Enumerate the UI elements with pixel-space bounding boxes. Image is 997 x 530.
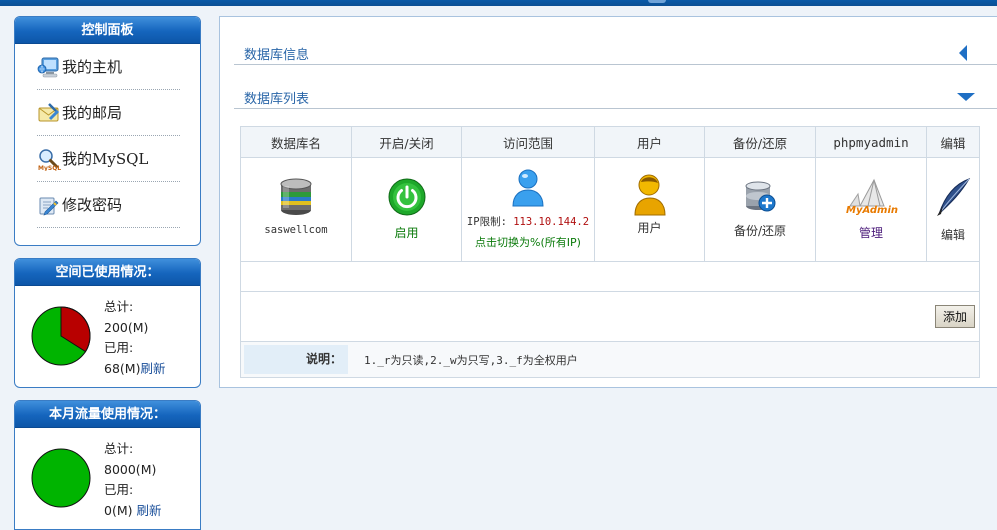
cell-edit: 编辑 <box>926 157 980 262</box>
status-text[interactable]: 启用 <box>352 224 461 241</box>
cell-db-name: saswellcom <box>240 157 352 262</box>
mysql-icon: MySQL <box>38 148 61 171</box>
main-content: 数据库信息 数据库列表 数据库名 开启/关闭 访问范围 用户 备份/还原 php… <box>219 16 997 388</box>
header-db-name: 数据库名 <box>240 126 352 158</box>
edit-password-icon <box>39 197 59 215</box>
cell-toggle: 启用 <box>351 157 462 262</box>
pie-free-slice <box>31 448 91 508</box>
user-text[interactable]: 用户 <box>595 219 704 236</box>
used-label: 已用: <box>104 340 134 355</box>
computer-icon <box>37 57 59 77</box>
traffic-usage-panel: 本月流量使用情况： 总计: 8000(M) 已用: 0(M) 刷新 <box>14 400 201 530</box>
cell-user: 用户 <box>594 157 705 262</box>
cell-backup: 备份/还原 <box>704 157 816 262</box>
space-usage-panel: 空间已使用情况： 总计: 200(M) 已用: 68(M)刷新 <box>14 258 201 388</box>
total-label: 总计: <box>104 299 134 314</box>
mail-icon <box>38 102 60 121</box>
traffic-usage-pie <box>31 448 91 508</box>
database-list-section[interactable]: 数据库列表 <box>234 89 997 109</box>
db-name-text: saswellcom <box>264 224 328 236</box>
table-row: saswellcom 启用 IP限制: 113.10.144.2 点击切换为%(… <box>240 157 980 262</box>
menu-item-my-mysql[interactable]: MySQL 我的MySQL <box>37 136 180 182</box>
note-text: 1._r为只读,2._w为只写,3._f为全权用户 <box>364 353 578 367</box>
svg-text:MyAdmin: MyAdmin <box>846 205 898 216</box>
ip-switch-link[interactable]: 点击切换为%(所有IP) <box>462 234 594 250</box>
note-label: 说明： <box>244 345 348 374</box>
menu-item-my-mail[interactable]: 我的邮局 <box>37 90 180 136</box>
space-usage-title: 空间已使用情况： <box>15 259 200 286</box>
space-refresh-link[interactable]: 刷新 <box>140 361 165 376</box>
total-value: 8000(M) <box>104 461 157 477</box>
manage-link[interactable]: 管理 <box>816 224 926 241</box>
edit-link[interactable]: 编辑 <box>927 226 979 243</box>
used-label: 已用: <box>104 482 134 497</box>
expand-down-arrow-icon[interactable] <box>957 93 975 101</box>
header-access-range: 访问范围 <box>461 126 595 158</box>
traffic-usage-title: 本月流量使用情况： <box>15 401 200 428</box>
database-info-section[interactable]: 数据库信息 <box>234 45 997 65</box>
control-panel-title: 控制面板 <box>15 17 200 44</box>
header-toggle: 开启/关闭 <box>351 126 462 158</box>
header-user: 用户 <box>594 126 705 158</box>
space-usage-pie <box>31 306 91 366</box>
menu-item-my-host[interactable]: 我的主机 <box>37 44 180 90</box>
top-bar <box>0 0 997 6</box>
total-value: 200(M) <box>104 319 149 335</box>
menu-item-label: 修改密码 <box>62 196 123 214</box>
database-list-title: 数据库列表 <box>244 92 310 107</box>
quill-edit-icon[interactable] <box>935 178 971 218</box>
space-usage-text: 总计: 200(M) 已用: 68(M)刷新 <box>104 297 165 379</box>
used-value: 68(M) <box>104 360 141 376</box>
menu-item-change-password[interactable]: 修改密码 <box>37 182 180 228</box>
add-button[interactable]: 添加 <box>934 305 975 328</box>
total-label: 总计: <box>104 441 134 456</box>
top-bar-notch <box>648 0 666 3</box>
database-icon <box>280 178 312 215</box>
header-phpmyadmin: phpmyadmin <box>815 126 927 158</box>
ip-value: 113.10.144.2 <box>513 216 590 228</box>
control-panel-menu: 我的主机 我的邮局 MySQL 我的MySQL 修改密码 <box>15 44 200 228</box>
table-blank-row <box>240 261 980 292</box>
backup-text[interactable]: 备份/还原 <box>705 222 815 239</box>
menu-item-label: 我的主机 <box>62 58 123 76</box>
collapse-left-arrow-icon[interactable] <box>959 45 967 61</box>
database-info-title: 数据库信息 <box>244 48 310 63</box>
user-network-icon <box>512 169 544 207</box>
traffic-usage-text: 总计: 8000(M) 已用: 0(M) 刷新 <box>104 439 162 521</box>
menu-item-label: 我的邮局 <box>62 104 123 122</box>
power-on-icon[interactable] <box>388 178 426 216</box>
cell-phpmyadmin: MyAdmin 管理 <box>815 157 927 262</box>
control-panel: 控制面板 我的主机 我的邮局 MySQL 我的MySQL 修改密码 <box>14 16 201 246</box>
database-table: 数据库名 开启/关闭 访问范围 用户 备份/还原 phpmyadmin 编辑 s… <box>240 126 980 378</box>
cell-access-range: IP限制: 113.10.144.2 点击切换为%(所有IP) <box>461 157 595 262</box>
header-backup: 备份/还原 <box>704 126 816 158</box>
used-value: 0(M) <box>104 502 133 518</box>
table-add-row: 添加 <box>240 291 980 342</box>
header-edit: 编辑 <box>926 126 980 158</box>
table-note-row: 说明： 1._r为只读,2._w为只写,3._f为全权用户 <box>240 341 980 378</box>
ip-label: IP限制: <box>466 216 507 228</box>
backup-database-icon[interactable] <box>743 178 777 214</box>
user-icon[interactable] <box>632 172 668 216</box>
traffic-refresh-link[interactable]: 刷新 <box>136 503 161 518</box>
svg-text:MySQL: MySQL <box>38 165 61 171</box>
table-header-row: 数据库名 开启/关闭 访问范围 用户 备份/还原 phpmyadmin 编辑 <box>240 126 980 158</box>
phpmyadmin-logo-icon[interactable]: MyAdmin <box>844 178 898 216</box>
ip-restriction: IP限制: 113.10.144.2 <box>462 214 594 229</box>
menu-item-label: 我的MySQL <box>62 150 149 168</box>
